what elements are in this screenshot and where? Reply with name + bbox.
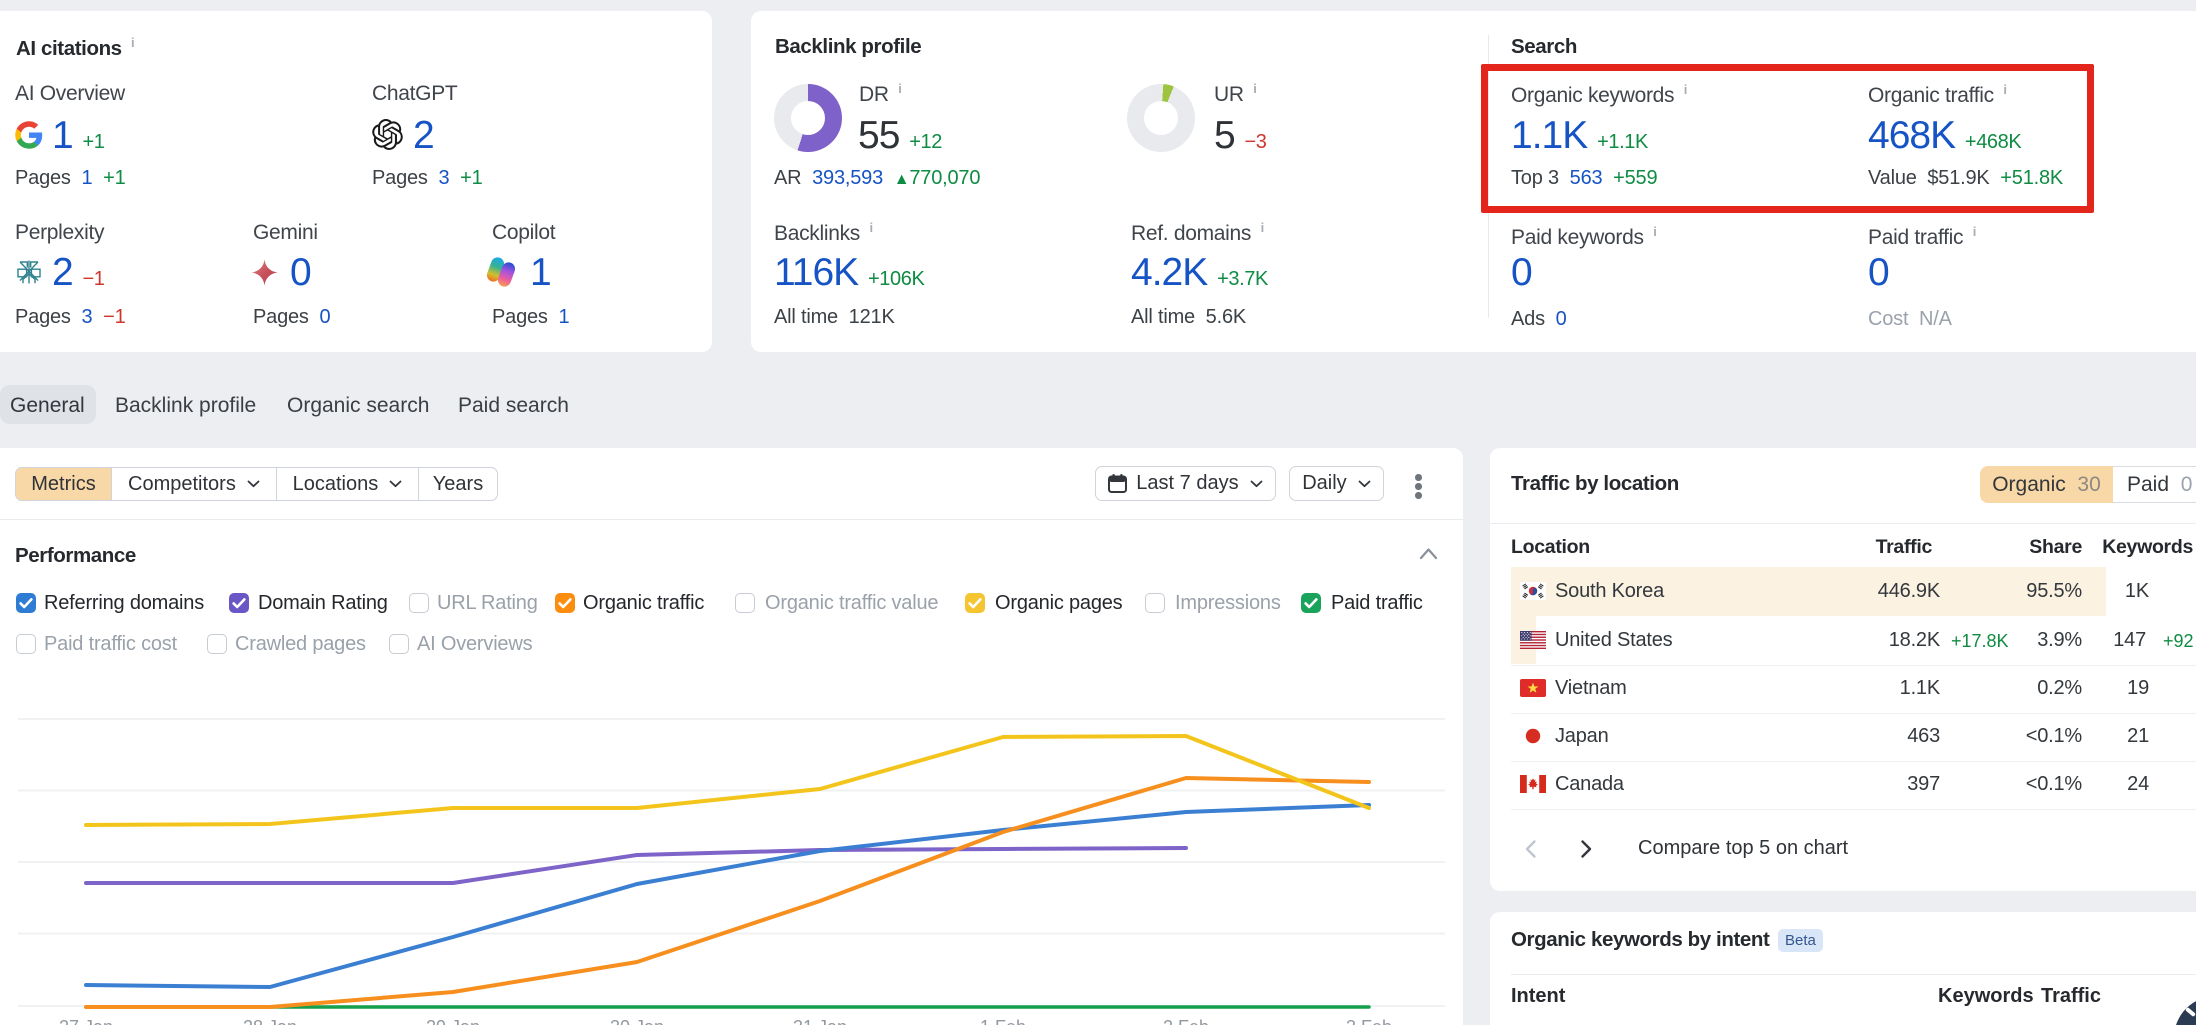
svg-text:3 Feb: 3 Feb bbox=[1346, 1017, 1392, 1025]
svg-text:2 Feb: 2 Feb bbox=[1163, 1017, 1209, 1025]
svg-text:27 Jan: 27 Jan bbox=[59, 1017, 113, 1025]
svg-text:31 Jan: 31 Jan bbox=[793, 1017, 847, 1025]
svg-text:28 Jan: 28 Jan bbox=[243, 1017, 297, 1025]
svg-text:1 Feb: 1 Feb bbox=[980, 1017, 1026, 1025]
svg-text:30 Jan: 30 Jan bbox=[610, 1017, 664, 1025]
svg-text:29 Jan: 29 Jan bbox=[426, 1017, 480, 1025]
